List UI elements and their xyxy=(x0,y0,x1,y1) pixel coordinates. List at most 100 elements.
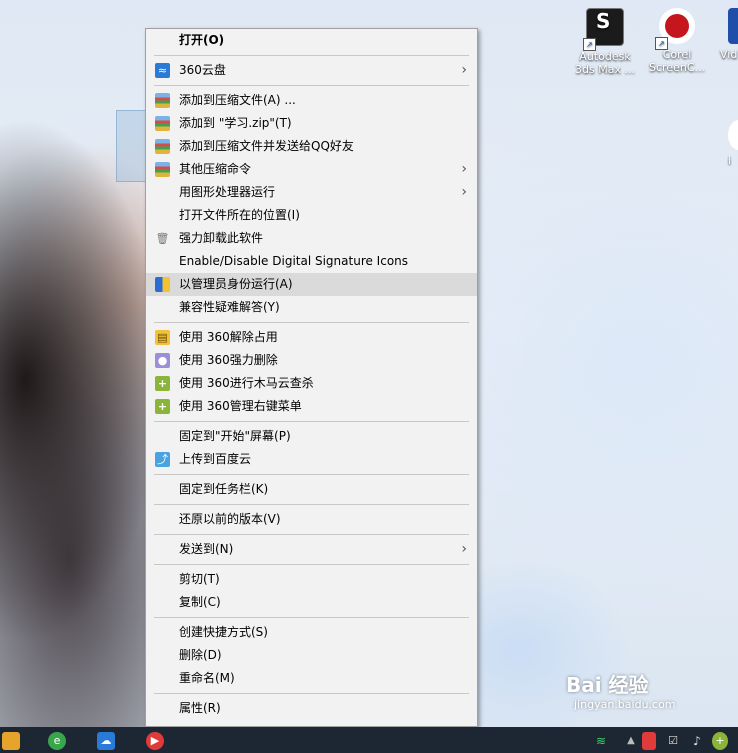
desktop-icon-partial[interactable]: i xyxy=(722,120,738,167)
winrar-icon xyxy=(155,162,170,177)
menu-separator xyxy=(154,322,469,323)
menu-item[interactable]: 属性(R) xyxy=(146,697,477,720)
menu-item[interactable]: + 使用 360进行木马云查杀 xyxy=(146,372,477,395)
app-icon xyxy=(728,120,738,150)
menu-item-label: 360云盘 xyxy=(179,63,226,77)
menu-item-label: 复制(C) xyxy=(179,595,221,609)
menu-item[interactable]: 打开文件所在的位置(I) xyxy=(146,204,477,227)
chevron-up-icon[interactable]: ▲ xyxy=(622,732,640,750)
menu-item-label: 发送到(N) xyxy=(179,542,234,556)
menu-item[interactable]: 删除(D) xyxy=(146,644,477,667)
desktop-icon-label: Autodesk xyxy=(579,50,631,63)
menu-item[interactable]: ≈360云盘 › xyxy=(146,59,477,82)
menu-item-label: 使用 360管理右键菜单 xyxy=(179,399,302,413)
menu-item-label: 剪切(T) xyxy=(179,572,220,586)
volume-icon[interactable]: ♪ xyxy=(688,732,706,750)
shortcut-arrow-icon: ↗ xyxy=(583,38,596,51)
menu-item[interactable]: 还原以前的版本(V) xyxy=(146,508,477,531)
wifi-icon[interactable]: ≋ xyxy=(592,732,610,750)
selected-shortcut[interactable] xyxy=(116,110,148,182)
3dsmax-icon: S ↗ xyxy=(583,8,624,51)
menu-item-label: 还原以前的版本(V) xyxy=(179,512,281,526)
tray-app-icon[interactable] xyxy=(642,732,656,750)
menu-item-label: 使用 360进行木马云查杀 xyxy=(179,376,314,390)
menu-item[interactable]: 创建快捷方式(S) xyxy=(146,621,477,644)
menu-separator xyxy=(154,534,469,535)
cloud-icon: ≈ xyxy=(155,63,170,78)
desktop-icon-label: Corel xyxy=(662,48,692,61)
menu-item[interactable]: 其他压缩命令 › xyxy=(146,158,477,181)
media-player-icon[interactable]: ▶ xyxy=(146,732,164,750)
menu-separator xyxy=(154,55,469,56)
menu-item[interactable]: ● 使用 360强力删除 xyxy=(146,349,477,372)
winrar-icon xyxy=(155,139,170,154)
menu-item-label: 重命名(M) xyxy=(179,671,235,685)
menu-item[interactable]: 打开(O) xyxy=(146,29,477,52)
winrar-icon xyxy=(155,93,170,108)
menu-item[interactable]: 🗑 强力卸载此软件 xyxy=(146,227,477,250)
menu-item-label: 用图形处理器运行 xyxy=(179,185,276,199)
baidu-cloud-icon: ⤴ xyxy=(155,452,170,467)
chevron-right-icon: › xyxy=(461,161,467,177)
chevron-right-icon: › xyxy=(461,541,467,557)
menu-item[interactable]: ⤴ 上传到百度云 xyxy=(146,448,477,471)
menu-item[interactable]: 添加到 "学习.zip"(T) xyxy=(146,112,477,135)
context-menu: 打开(O) ≈360云盘 › 添加到压缩文件(A) ... 添加到 "学习.zip"(T… xyxy=(145,28,478,727)
menu-separator xyxy=(154,617,469,618)
menu-item-label: 创建快捷方式(S) xyxy=(179,625,268,639)
desktop-icon-corel[interactable]: ↗ Corel ScreenC... xyxy=(644,8,710,74)
menu-item-label: 固定到任务栏(K) xyxy=(179,482,269,496)
menu-item[interactable]: 发送到(N) › xyxy=(146,538,477,561)
menu-separator xyxy=(154,693,469,694)
desktop-icon-3dsmax[interactable]: S ↗ Autodesk 3ds Max ... xyxy=(572,8,638,76)
menu-item[interactable]: Enable/Disable Digital Signature Icons xyxy=(146,250,477,273)
winrar-icon xyxy=(155,116,170,131)
desktop-icon-label: i xyxy=(728,154,732,167)
menu-item-label: 属性(R) xyxy=(179,701,221,715)
baidu-netdisk-icon[interactable]: ☁ xyxy=(97,732,115,750)
menu-item-label: 兼容性疑难解答(Y) xyxy=(179,300,280,314)
watermark-url: jingyan.baidu.com xyxy=(574,698,676,711)
input-method-icon[interactable]: ☑ xyxy=(664,732,682,750)
menu-item[interactable]: 添加到压缩文件(A) ... xyxy=(146,89,477,112)
menu-item[interactable]: 重命名(M) xyxy=(146,667,477,690)
watermark-brand: Bai 经验 xyxy=(566,673,649,697)
menu-item[interactable]: 复制(C) xyxy=(146,591,477,614)
menu-separator xyxy=(154,421,469,422)
menu-separator xyxy=(154,85,469,86)
menu-item-label: 强力卸载此软件 xyxy=(179,231,264,245)
menu-item[interactable]: 固定到"开始"屏幕(P) xyxy=(146,425,477,448)
desktop-icon-vid[interactable]: Vid xyxy=(716,8,738,61)
menu-item[interactable]: 用图形处理器运行 › xyxy=(146,181,477,204)
corel-icon: ↗ xyxy=(655,8,695,50)
360-scan-icon: + xyxy=(155,376,170,391)
menu-item[interactable]: 添加到压缩文件并发送给QQ好友 xyxy=(146,135,477,158)
menu-item[interactable]: 剪切(T) xyxy=(146,568,477,591)
menu-separator xyxy=(154,504,469,505)
uac-shield-icon xyxy=(155,277,170,292)
menu-item-label: 添加到 "学习.zip"(T) xyxy=(179,116,292,130)
360-tray-icon[interactable]: + xyxy=(712,732,728,750)
menu-item[interactable]: 兼容性疑难解答(Y) xyxy=(146,296,477,319)
menu-item[interactable]: + 使用 360管理右键菜单 xyxy=(146,395,477,418)
menu-item-label: 添加到压缩文件并发送给QQ好友 xyxy=(179,139,354,153)
menu-item-label: 其他压缩命令 xyxy=(179,162,252,176)
menu-item[interactable]: 固定到任务栏(K) xyxy=(146,478,477,501)
menu-item-label: 使用 360强力删除 xyxy=(179,353,278,367)
unlock-icon: ▤ xyxy=(155,330,170,345)
baidu-jingyan-watermark: Bai 经验 jingyan.baidu.com xyxy=(566,672,736,716)
menu-item-label: 使用 360解除占用 xyxy=(179,330,278,344)
menu-separator xyxy=(154,564,469,565)
chevron-right-icon: › xyxy=(461,184,467,200)
menu-item[interactable]: ▤ 使用 360解除占用 xyxy=(146,326,477,349)
shortcut-arrow-icon: ↗ xyxy=(655,37,668,50)
menu-item-label: 以管理员身份运行(A) xyxy=(179,277,293,291)
file-explorer-icon[interactable] xyxy=(2,732,20,750)
chevron-right-icon: › xyxy=(461,62,467,78)
menu-item[interactable]: 以管理员身份运行(A) xyxy=(146,273,477,296)
menu-item-label: 添加到压缩文件(A) ... xyxy=(179,93,296,107)
menu-item-label: 固定到"开始"屏幕(P) xyxy=(179,429,291,443)
taskbar: e ☁ ▶ ≋ ▲ ☑ ♪ + xyxy=(0,727,738,753)
360-browser-icon[interactable]: e xyxy=(48,732,66,750)
menu-item-label: Enable/Disable Digital Signature Icons xyxy=(179,254,409,268)
